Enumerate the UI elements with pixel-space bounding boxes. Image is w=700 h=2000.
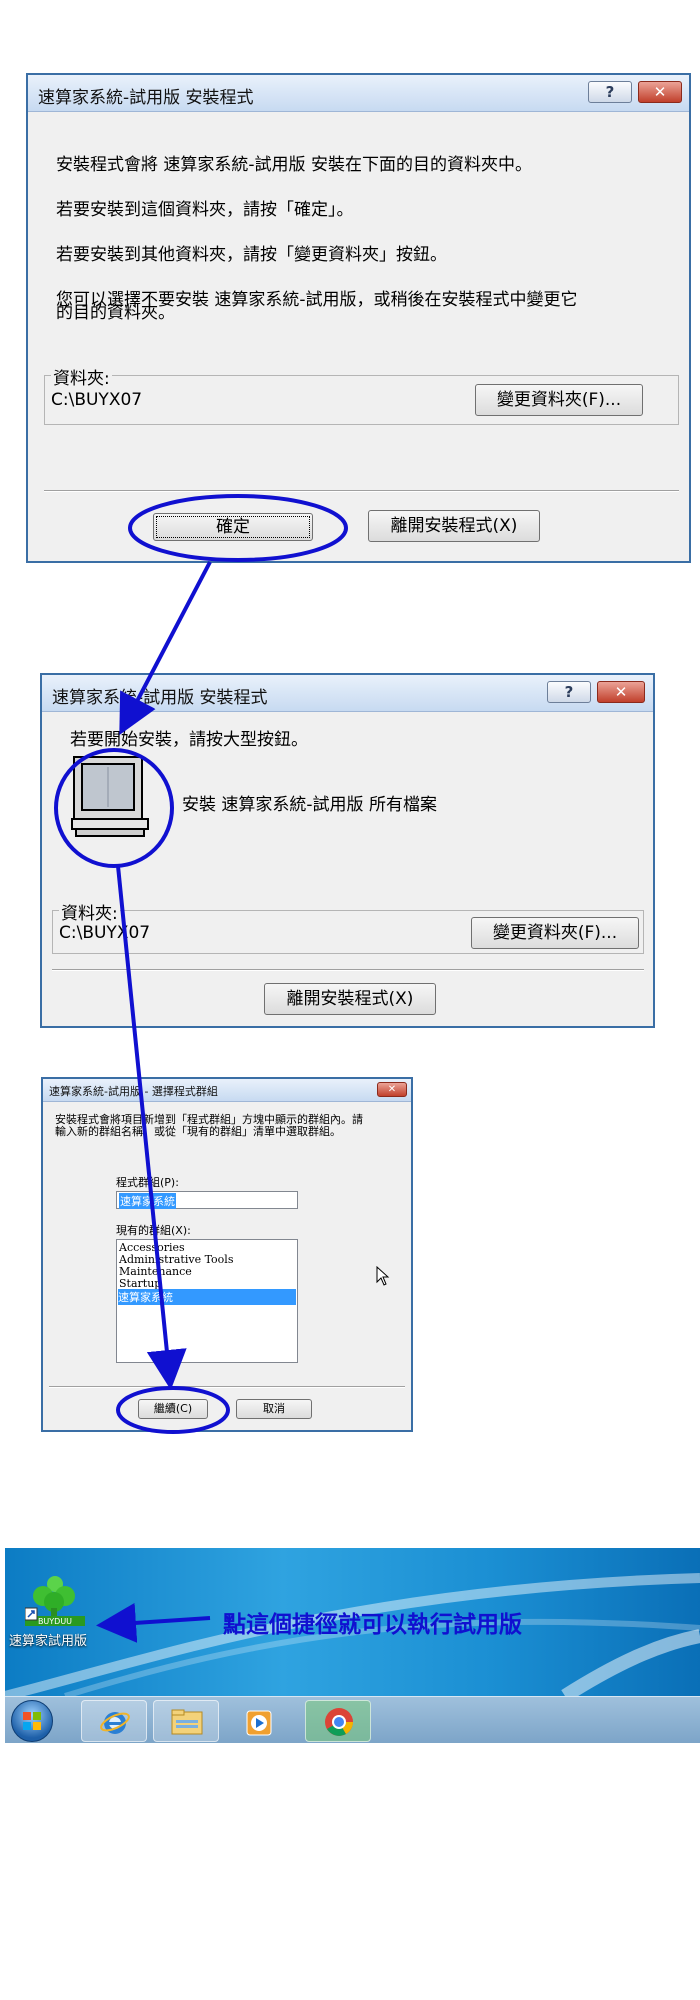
highlight-ellipse-ok [128, 494, 348, 562]
annotation-overlay [54, 494, 348, 1643]
arrow-annotation-to-shortcut [96, 1602, 211, 1643]
arrow-install-to-continue [116, 865, 187, 1390]
arrow-ok-to-install [119, 561, 212, 736]
highlight-ellipse-computer [54, 748, 174, 868]
highlight-ellipse-continue [116, 1386, 230, 1434]
